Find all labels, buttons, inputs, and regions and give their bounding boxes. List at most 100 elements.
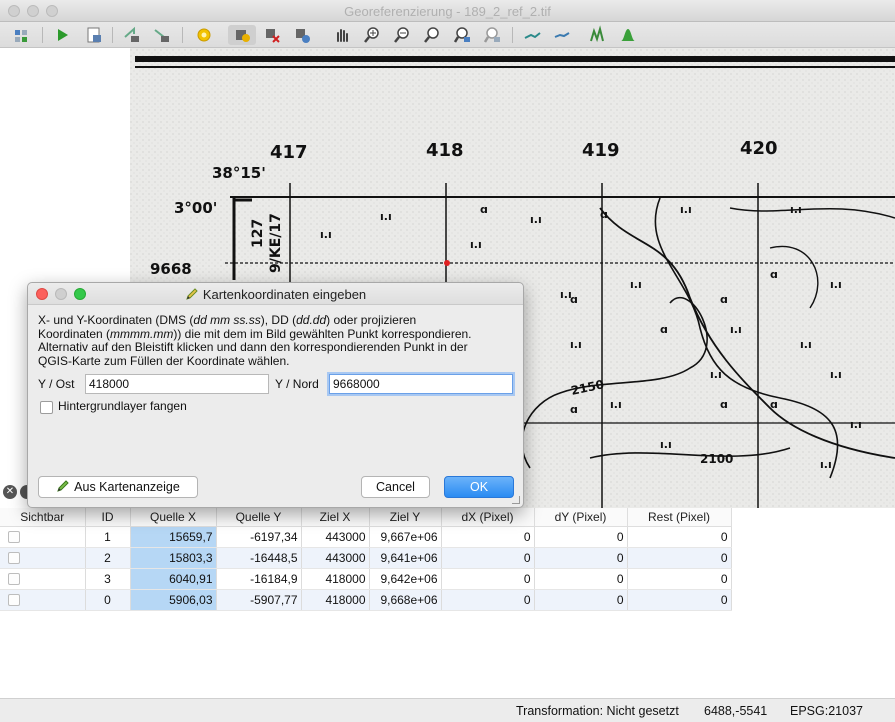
table-row[interactable]: 3 6040,91 -16184,9 418000 9,642e+06 0 0 …: [0, 568, 732, 590]
visible-checkbox[interactable]: [8, 552, 20, 565]
map-row-label: 9668: [150, 260, 192, 278]
svg-text:ɑ: ɑ: [570, 403, 578, 416]
col-header-id[interactable]: ID: [85, 508, 131, 527]
snap-background-label: Hintergrundlayer fangen: [58, 399, 187, 413]
open-raster-icon[interactable]: [12, 25, 32, 45]
dx-cell: 0: [441, 547, 535, 569]
col-header-source-x[interactable]: Quelle X: [130, 508, 217, 527]
move-gcp-icon[interactable]: [292, 25, 312, 45]
svg-text:ı.ı: ı.ı: [660, 438, 672, 451]
svg-text:ɑ: ɑ: [770, 268, 778, 281]
histogram-stretch-icon[interactable]: [588, 25, 608, 45]
source-y-cell[interactable]: -16184,9: [216, 568, 302, 590]
svg-text:ı.ı: ı.ı: [730, 323, 742, 336]
map-sheet-label: 9/KE/17: [268, 213, 284, 273]
table-row[interactable]: 1 15659,7 -6197,34 443000 9,667e+06 0 0 …: [0, 526, 732, 548]
toolbar: [0, 22, 895, 48]
zoom-to-layer-icon[interactable]: [422, 25, 442, 45]
generate-gdal-script-icon[interactable]: [84, 25, 104, 45]
enter-map-coordinates-dialog: Kartenkoordinaten eingeben X- und Y-Koor…: [27, 282, 524, 508]
dest-x-cell[interactable]: 418000: [301, 568, 370, 590]
map-col-label-417: 417: [270, 142, 308, 163]
svg-text:ı.ı: ı.ı: [820, 458, 832, 471]
residual-cell: 0: [627, 568, 732, 590]
gcp-table-area: Sichtbar ID Quelle X Quelle Y Ziel X Zie…: [0, 508, 895, 698]
instr-italic: dd.dd: [296, 313, 327, 327]
instr-text: X- und Y-Koordinaten (DMS (: [38, 313, 194, 327]
svg-text:ɑ: ɑ: [480, 203, 488, 216]
visible-checkbox[interactable]: [8, 573, 20, 586]
visible-cell[interactable]: [0, 589, 86, 611]
resize-grip-icon[interactable]: [512, 496, 520, 504]
close-panel-icon[interactable]: ✕: [3, 485, 17, 499]
col-header-dest-y[interactable]: Ziel Y: [369, 508, 442, 527]
visible-cell[interactable]: [0, 526, 86, 548]
visible-checkbox[interactable]: [8, 531, 20, 544]
dialog-title-text: Kartenkoordinaten eingeben: [202, 287, 367, 302]
cancel-button[interactable]: Cancel: [361, 476, 430, 498]
status-bar: Transformation: Nicht gesetzt 6488,-5541…: [0, 698, 895, 722]
local-histogram-icon[interactable]: [618, 25, 638, 45]
dest-y-cell[interactable]: 9,668e+06: [369, 589, 442, 611]
map-col-label-419: 419: [582, 140, 620, 161]
gcp-marker[interactable]: [444, 260, 450, 266]
visible-checkbox[interactable]: [8, 594, 20, 607]
instr-text: Koordinaten (: [38, 326, 111, 341]
dy-cell: 0: [534, 568, 628, 590]
ok-button[interactable]: OK: [444, 476, 514, 498]
dest-y-cell[interactable]: 9,641e+06: [369, 547, 442, 569]
link-qgis-to-georef-icon[interactable]: [552, 25, 572, 45]
dest-y-cell[interactable]: 9,667e+06: [369, 526, 442, 548]
svg-text:ɑ: ɑ: [720, 293, 728, 306]
col-header-dy[interactable]: dY (Pixel): [534, 508, 628, 527]
source-y-cell[interactable]: -16448,5: [216, 547, 302, 569]
zoom-in-icon[interactable]: [362, 25, 382, 45]
svg-text:ı.ı: ı.ı: [830, 368, 842, 381]
map-lat-label: 38°15': [212, 164, 266, 182]
zoom-last-icon[interactable]: [452, 25, 472, 45]
residual-cell: 0: [627, 589, 732, 611]
col-header-residual[interactable]: Rest (Pixel): [627, 508, 732, 527]
col-header-dx[interactable]: dX (Pixel): [441, 508, 535, 527]
y-nord-input[interactable]: [329, 374, 513, 394]
transformation-settings-icon[interactable]: [194, 25, 214, 45]
source-x-cell[interactable]: 6040,91: [130, 568, 217, 590]
save-gcp-icon[interactable]: [152, 25, 172, 45]
start-georef-icon[interactable]: [52, 25, 72, 45]
crs-status[interactable]: EPSG:21037: [790, 704, 863, 718]
table-row[interactable]: 2 15803,3 -16448,5 443000 9,641e+06 0 0 …: [0, 547, 732, 569]
svg-text:ı.ı: ı.ı: [470, 238, 482, 251]
source-y-cell[interactable]: -5907,77: [216, 589, 302, 611]
add-point-icon[interactable]: [228, 25, 256, 45]
col-header-visible[interactable]: Sichtbar: [0, 508, 86, 527]
from-map-canvas-button[interactable]: Aus Kartenanzeige: [38, 476, 198, 498]
snap-background-checkbox[interactable]: [40, 401, 53, 414]
dest-x-cell[interactable]: 418000: [301, 589, 370, 611]
svg-text:ı.ı: ı.ı: [320, 228, 332, 241]
pan-icon[interactable]: [332, 25, 352, 45]
instr-text: Alternativ auf den Bleistift klicken und…: [38, 340, 468, 354]
dest-x-cell[interactable]: 443000: [301, 547, 370, 569]
dest-x-cell[interactable]: 443000: [301, 526, 370, 548]
col-header-source-y[interactable]: Quelle Y: [216, 508, 302, 527]
zoom-out-icon[interactable]: [392, 25, 412, 45]
source-x-cell[interactable]: 15659,7: [130, 526, 217, 548]
instr-text: ), DD (: [260, 313, 297, 327]
delete-point-icon[interactable]: [262, 25, 282, 45]
dest-y-cell[interactable]: 9,642e+06: [369, 568, 442, 590]
col-header-dest-x[interactable]: Ziel X: [301, 508, 370, 527]
source-y-cell[interactable]: -6197,34: [216, 526, 302, 548]
dx-cell: 0: [441, 526, 535, 548]
visible-cell[interactable]: [0, 568, 86, 590]
source-x-cell[interactable]: 5906,03: [130, 589, 217, 611]
source-x-cell[interactable]: 15803,3: [130, 547, 217, 569]
svg-text:ɑ: ɑ: [770, 398, 778, 411]
zoom-next-icon[interactable]: [482, 25, 502, 45]
load-gcp-icon[interactable]: [122, 25, 142, 45]
id-cell: 2: [85, 547, 131, 569]
y-ost-input[interactable]: [85, 374, 269, 394]
svg-text:ı.ı: ı.ı: [830, 278, 842, 291]
visible-cell[interactable]: [0, 547, 86, 569]
link-georef-to-qgis-icon[interactable]: [522, 25, 542, 45]
table-row[interactable]: 0 5906,03 -5907,77 418000 9,668e+06 0 0 …: [0, 589, 732, 611]
